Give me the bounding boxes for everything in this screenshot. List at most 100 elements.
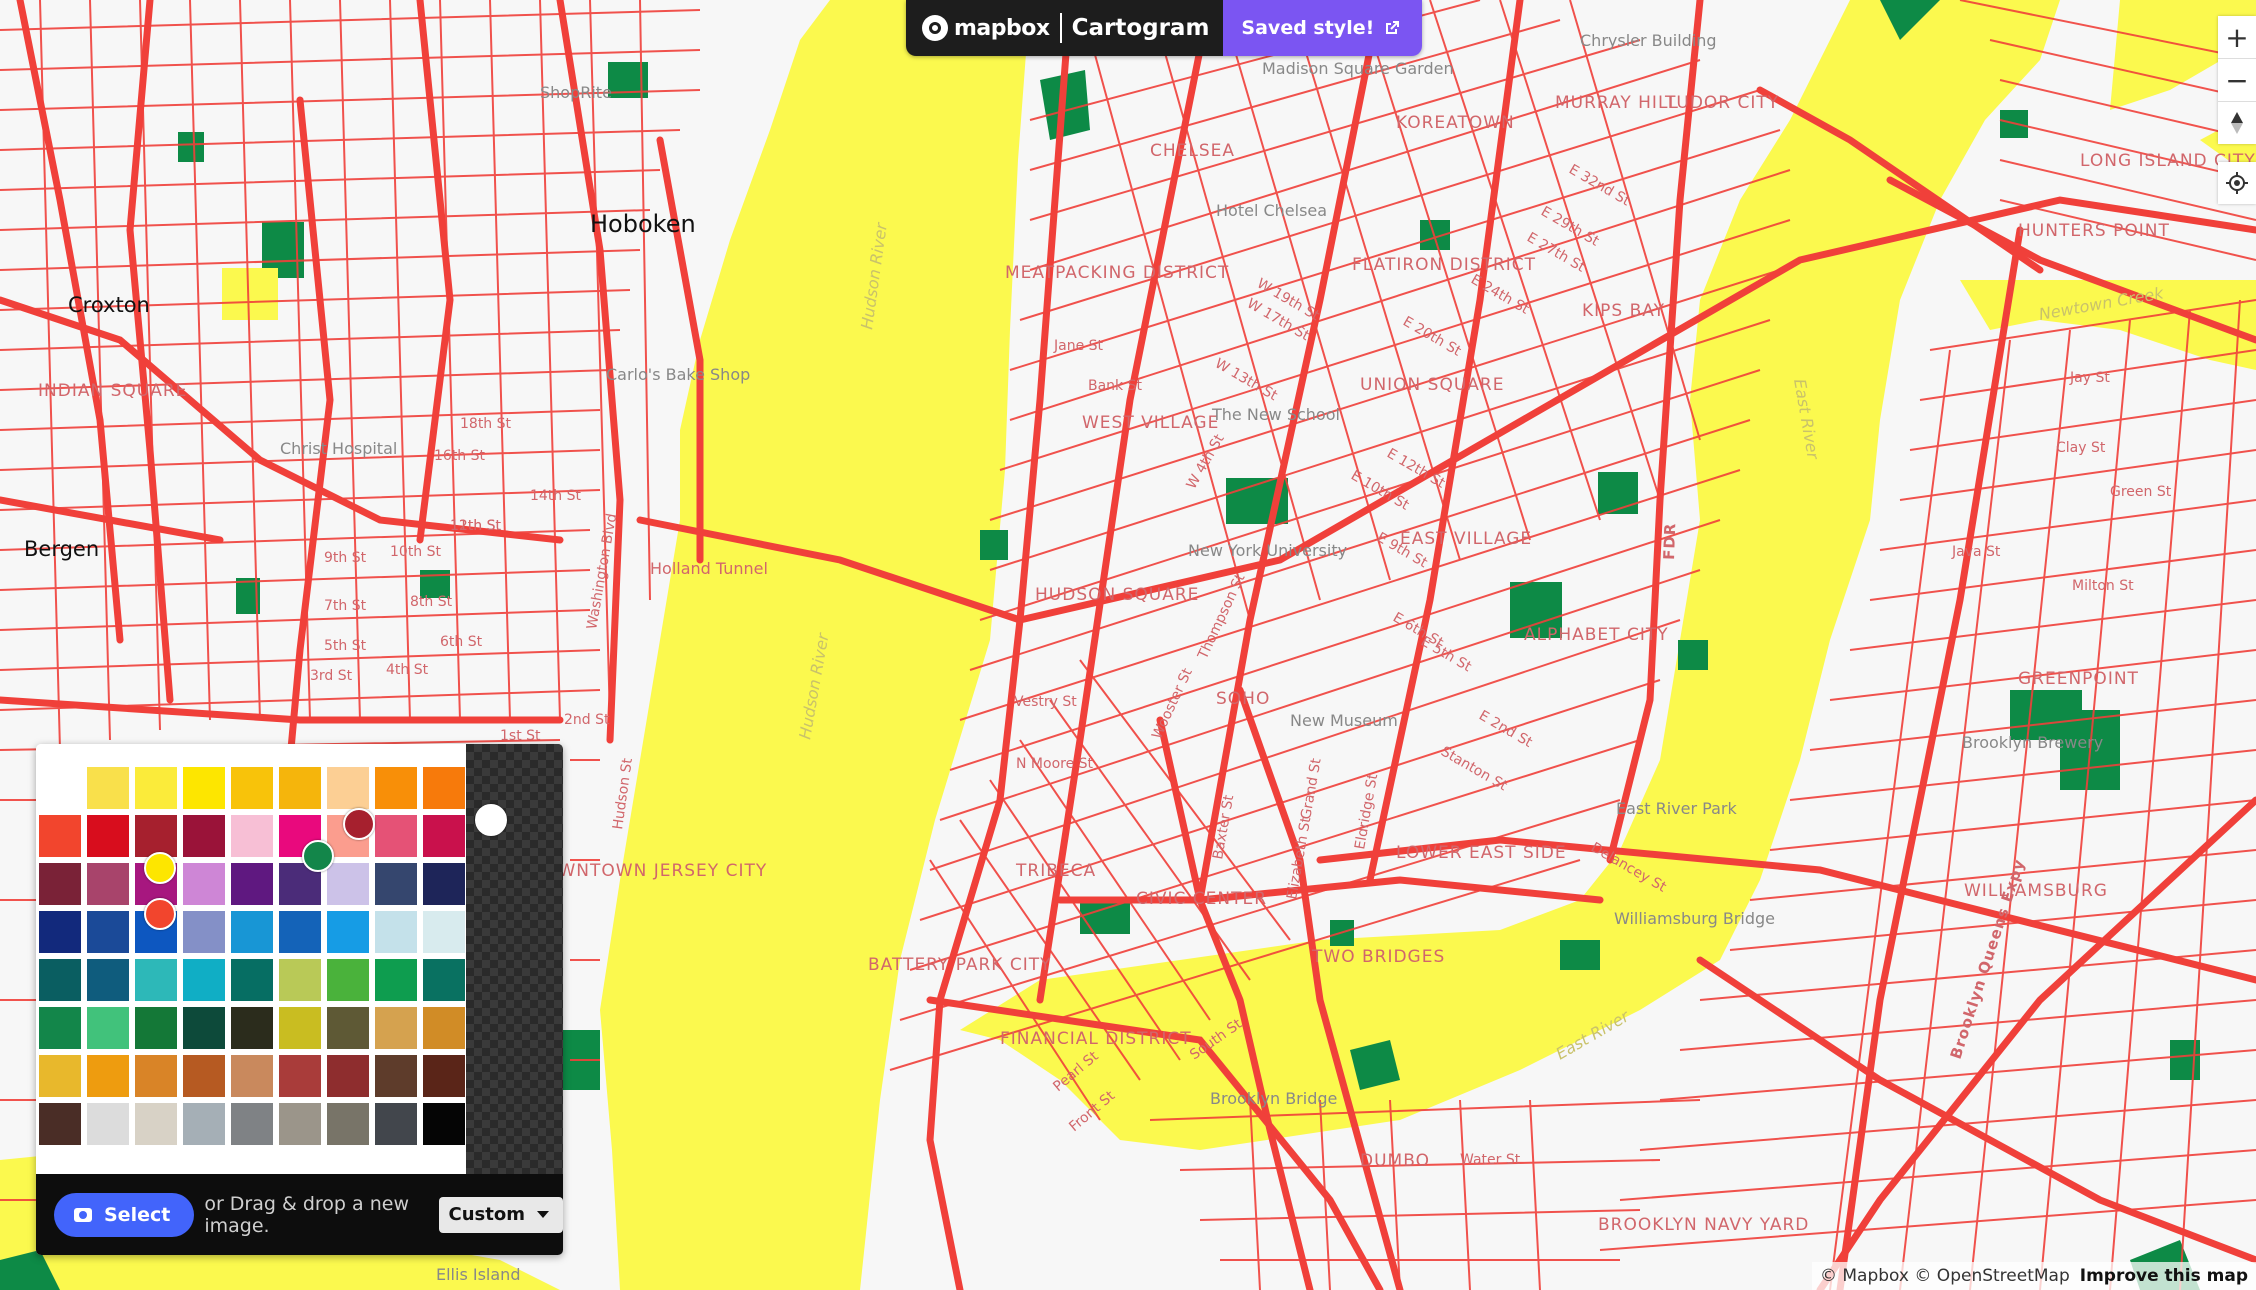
palette-mode-dropdown[interactable]: Custom <box>438 1196 563 1233</box>
saved-style-link[interactable]: Saved style! <box>1223 0 1423 56</box>
color-swatch[interactable] <box>423 911 465 953</box>
color-swatch[interactable] <box>39 1103 81 1145</box>
color-swatch[interactable] <box>39 863 81 905</box>
color-swatch[interactable] <box>135 767 177 809</box>
district-label: GREENPOINT <box>2018 669 2139 689</box>
color-swatch[interactable] <box>423 1055 465 1097</box>
color-swatch[interactable] <box>87 1055 129 1097</box>
poi-label: Hotel Chelsea <box>1216 201 1327 220</box>
color-swatch[interactable] <box>279 767 321 809</box>
street-label: 10th St <box>390 544 442 560</box>
color-swatch[interactable] <box>375 1055 417 1097</box>
color-swatch[interactable] <box>375 959 417 1001</box>
color-swatch[interactable] <box>135 959 177 1001</box>
mapbox-attribution-link[interactable]: © Mapbox <box>1820 1266 1909 1286</box>
color-swatch[interactable] <box>279 1007 321 1049</box>
color-swatch[interactable] <box>87 767 129 809</box>
land-marker[interactable] <box>475 804 507 836</box>
color-swatch[interactable] <box>375 1103 417 1145</box>
palette-mode-label: Custom <box>448 1204 525 1225</box>
color-swatch[interactable] <box>327 1055 369 1097</box>
city-label: Hoboken <box>590 210 696 238</box>
zoom-out-button[interactable]: − <box>2218 59 2256 102</box>
color-swatch[interactable] <box>327 1007 369 1049</box>
color-swatch[interactable] <box>279 911 321 953</box>
select-image-button[interactable]: Select <box>54 1192 195 1237</box>
color-swatch[interactable] <box>87 911 129 953</box>
poi-label: Chrysler Building <box>1580 31 1717 50</box>
color-swatch[interactable] <box>135 1007 177 1049</box>
color-swatch[interactable] <box>87 1007 129 1049</box>
color-swatch[interactable] <box>423 959 465 1001</box>
color-swatch[interactable] <box>183 1103 225 1145</box>
color-swatch[interactable] <box>39 815 81 857</box>
color-swatch[interactable] <box>279 1103 321 1145</box>
color-swatch[interactable] <box>327 911 369 953</box>
color-swatch[interactable] <box>39 911 81 953</box>
color-swatch[interactable] <box>327 863 369 905</box>
street-label: 9th St <box>324 550 367 566</box>
color-swatch[interactable] <box>279 959 321 1001</box>
color-swatch[interactable] <box>231 815 273 857</box>
color-swatch[interactable] <box>231 911 273 953</box>
district-label: CIVIC CENTER <box>1136 889 1267 909</box>
zoom-in-button[interactable]: + <box>2218 16 2256 59</box>
color-swatch[interactable] <box>327 1103 369 1145</box>
label-marker[interactable] <box>343 808 375 840</box>
color-swatch[interactable] <box>423 863 465 905</box>
geolocate-button[interactable] <box>2218 162 2256 204</box>
color-swatch[interactable] <box>327 959 369 1001</box>
road-marker[interactable] <box>144 898 176 930</box>
color-swatch[interactable] <box>87 959 129 1001</box>
color-swatch[interactable] <box>423 767 465 809</box>
improve-map-link[interactable]: Improve this map <box>2080 1266 2248 1286</box>
color-swatch[interactable] <box>231 863 273 905</box>
color-swatch[interactable] <box>423 815 465 857</box>
color-swatch[interactable] <box>231 767 273 809</box>
color-swatch[interactable] <box>423 1007 465 1049</box>
color-swatch[interactable] <box>231 1007 273 1049</box>
water-marker[interactable] <box>144 852 176 884</box>
highway-label: FDR <box>1660 522 1679 560</box>
color-swatch[interactable] <box>375 863 417 905</box>
color-swatch[interactable] <box>183 959 225 1001</box>
color-swatch[interactable] <box>375 767 417 809</box>
color-swatch[interactable] <box>87 815 129 857</box>
color-swatch[interactable] <box>135 1103 177 1145</box>
color-swatch[interactable] <box>279 1055 321 1097</box>
color-swatch[interactable] <box>183 911 225 953</box>
street-label: 8th St <box>410 594 453 610</box>
color-swatch[interactable] <box>231 959 273 1001</box>
color-swatch[interactable] <box>375 911 417 953</box>
color-swatch[interactable] <box>87 1103 129 1145</box>
swatch-grid[interactable] <box>36 744 466 1174</box>
color-swatch[interactable] <box>423 1103 465 1145</box>
osm-attribution-link[interactable]: © OpenStreetMap <box>1914 1266 2069 1286</box>
color-swatch[interactable] <box>375 1007 417 1049</box>
color-swatch[interactable] <box>183 815 225 857</box>
color-swatch[interactable] <box>183 863 225 905</box>
district-label: SOHO <box>1216 689 1270 709</box>
color-swatch[interactable] <box>375 815 417 857</box>
district-label: LOWER EAST SIDE <box>1396 843 1567 863</box>
district-label: TUDOR CITY <box>1664 93 1779 113</box>
poi-label: East River Park <box>1616 799 1737 818</box>
color-swatch[interactable] <box>327 767 369 809</box>
color-swatch[interactable] <box>231 1055 273 1097</box>
color-swatch[interactable] <box>183 1007 225 1049</box>
color-swatch[interactable] <box>135 815 177 857</box>
district-label: WILLIAMSBURG <box>1964 881 2108 901</box>
color-swatch[interactable] <box>183 767 225 809</box>
color-swatch[interactable] <box>39 959 81 1001</box>
park-marker[interactable] <box>302 840 334 872</box>
color-swatch[interactable] <box>87 863 129 905</box>
color-swatch[interactable] <box>39 1007 81 1049</box>
color-swatch[interactable] <box>135 1055 177 1097</box>
color-swatch[interactable] <box>183 1055 225 1097</box>
color-swatch[interactable] <box>39 767 81 809</box>
color-swatch[interactable] <box>231 1103 273 1145</box>
street-label: 2nd St <box>564 712 610 728</box>
district-label: DOWNTOWN JERSEY CITY <box>530 861 767 881</box>
color-swatch[interactable] <box>39 1055 81 1097</box>
compass-button[interactable] <box>2218 102 2256 144</box>
